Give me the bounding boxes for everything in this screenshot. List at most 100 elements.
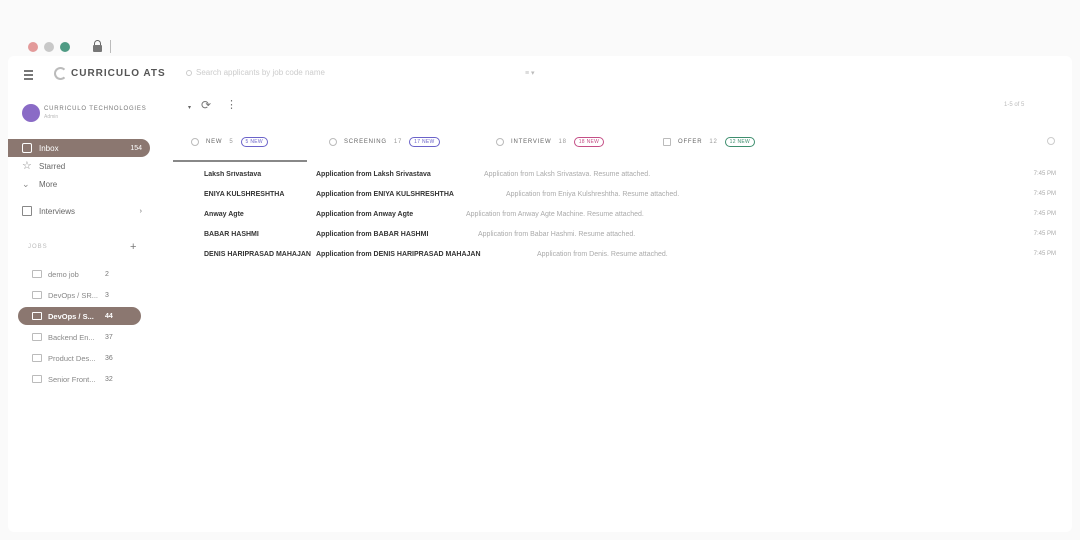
job-count: 2 [105,270,109,278]
interview-icon [496,138,504,146]
sliders-icon[interactable]: ≡ ▾ [525,69,535,77]
chevron-down-icon: ⌄ [22,179,30,189]
tab-label: INTERVIEW [511,139,552,145]
row-sender: DENIS HARIPRASAD MAHAJAN [204,250,311,258]
sidebar-item-label: Interviews [39,206,76,216]
new-badge: 5 NEW [240,137,268,147]
row-subject: Application from ENIYA KULSHRESHTHA [316,190,454,198]
new-badge: 18 NEW [573,137,605,147]
briefcase-icon [32,291,42,299]
tab-label: NEW [206,139,223,145]
sidebar-item-job[interactable]: demo job 2 [18,265,141,283]
tab-new[interactable]: NEW 5 5 NEW [191,134,268,150]
job-count: 36 [105,354,113,362]
tab-count: 12 [709,139,718,145]
briefcase-icon [32,270,42,278]
add-job-button[interactable]: + [130,241,136,253]
new-icon [191,138,199,146]
star-icon: ☆ [22,160,32,172]
avatar [22,104,40,122]
search-icon [186,69,192,76]
sidebar-item-label: More [39,179,58,189]
briefcase-icon [32,312,42,320]
jobs-heading: JOBS [28,244,48,250]
row-sender: Anway Agte [204,210,244,218]
select-dropdown-icon[interactable]: ▾ [188,104,191,111]
tab-count: 17 [393,139,403,145]
row-sender: Laksh Srivastava [204,170,262,178]
row-subject: Application from DENIS HARIPRASAD MAHAJA… [316,250,481,258]
calendar-icon [22,206,32,216]
row-snippet: Application from Anway Agte Machine. Res… [466,210,644,218]
lock-icon [93,40,102,52]
row-time: 7:45 PM [1033,251,1056,257]
tab-screening[interactable]: SCREENING 17 17 NEW [329,134,440,150]
table-row[interactable]: Laksh Srivastava Application from Laksh … [198,164,1056,184]
row-subject: Application from Anway Agte [316,210,414,218]
row-time: 7:45 PM [1033,171,1056,177]
job-label: DevOps / SR... [48,290,99,300]
job-label: DevOps / S... [48,311,94,321]
row-time: 7:45 PM [1033,191,1056,197]
tab-label: OFFER [678,139,703,145]
more-vert-icon[interactable]: ⋮ [226,98,237,111]
active-tab-indicator [173,160,307,162]
sidebar-item-job[interactable]: Backend En... 37 [18,328,141,346]
help-icon[interactable] [1047,137,1055,145]
job-label: Backend En... [48,332,95,342]
row-snippet: Application from Laksh Srivastava. Resum… [484,170,651,178]
table-row[interactable]: Anway Agte Application from Anway Agte A… [198,204,1056,224]
app-shell: CURRICULO ATS Search applicants by job c… [8,56,1072,532]
tab-offer[interactable]: OFFER 12 12 NEW [663,134,756,150]
org-name: CURRICULO TECHNOLOGIES [44,106,147,112]
sidebar-item-inbox[interactable]: Inbox 154 [8,139,150,157]
sidebar-item-label: Inbox [39,143,59,153]
job-label: Senior Front... [48,374,96,384]
briefcase-icon [32,333,42,341]
job-count: 44 [105,312,113,320]
tab-count: 18 [558,139,567,145]
row-sender: ENIYA KULSHRESHTHA [204,190,285,198]
minimize-window-button[interactable] [44,42,54,52]
refresh-icon[interactable]: ⟳ [201,98,211,112]
offer-icon [663,138,671,146]
tab-interview[interactable]: INTERVIEW 18 18 NEW [496,134,605,150]
job-count: 3 [105,291,109,299]
sidebar-item-label: Starred [39,161,66,171]
sidebar-item-job[interactable]: Product Des... 36 [18,349,141,367]
tab-label: SCREENING [344,139,387,145]
maximize-window-button[interactable] [60,42,70,52]
brand-name: CURRICULO ATS [71,68,166,79]
screening-icon [329,138,337,146]
sidebar-item-job-active[interactable]: DevOps / S... 44 [18,307,141,325]
sidebar-item-interviews[interactable]: Interviews › [8,202,150,220]
job-count: 37 [105,333,113,341]
job-label: demo job [48,269,79,279]
search-placeholder: Search applicants by job code name [196,68,325,77]
row-snippet: Application from Babar Hashmi. Resume at… [478,230,636,238]
new-badge: 12 NEW [724,137,756,147]
new-badge: 17 NEW [409,137,440,147]
sidebar-item-starred[interactable]: ☆ Starred [8,157,150,175]
row-time: 7:45 PM [1033,211,1056,217]
inbox-icon [22,143,32,153]
job-label: Product Des... [48,353,96,363]
sidebar-item-job[interactable]: Senior Front... 32 [18,370,141,388]
chevron-right-icon: › [139,207,142,215]
table-row[interactable]: BABAR HASHMI Application from BABAR HASH… [198,224,1056,244]
row-subject: Application from Laksh Srivastava [316,170,431,178]
address-bar-cursor[interactable] [110,40,111,53]
sidebar-item-job[interactable]: DevOps / SR... 3 [18,286,141,304]
table-row[interactable]: ENIYA KULSHRESHTHA Application from ENIY… [198,184,1056,204]
row-snippet: Application from Eniya Kulshreshtha. Res… [506,190,680,198]
sidebar-item-more[interactable]: ⌄ More [8,175,150,193]
brand-logo-icon [54,67,67,80]
close-window-button[interactable] [28,42,38,52]
row-sender: BABAR HASHMI [204,230,259,238]
row-time: 7:45 PM [1033,231,1056,237]
row-snippet: Application from Denis. Resume attached. [537,250,668,258]
table-row[interactable]: DENIS HARIPRASAD MAHAJAN Application fro… [198,244,1056,264]
row-subject: Application from BABAR HASHMI [316,230,429,238]
search-input[interactable]: Search applicants by job code name [186,68,325,77]
menu-icon[interactable] [24,70,33,82]
